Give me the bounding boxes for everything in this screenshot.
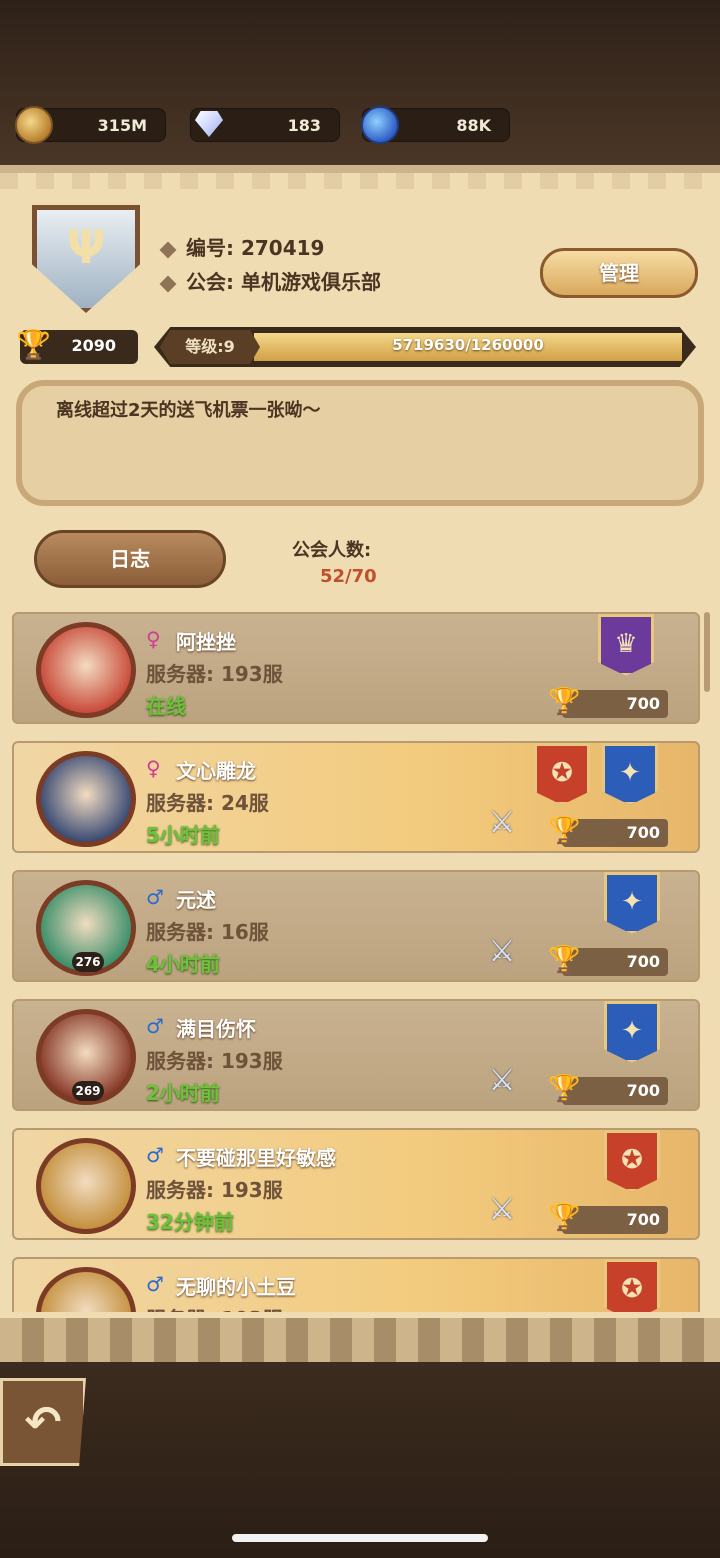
male-icon: ♂ xyxy=(146,1272,164,1296)
guild-name: 公会: 单机游戏俱乐部 xyxy=(186,270,381,294)
back-button[interactable]: ↶ xyxy=(0,1378,86,1466)
member-server: 服务器: 16服 xyxy=(146,920,269,944)
member-trophy-bar: 🏆 700 xyxy=(548,817,668,847)
diamond-currency[interactable]: 183 xyxy=(190,108,340,142)
female-icon: ♀ xyxy=(146,756,161,780)
purple-banner-icon: ♛ xyxy=(598,614,654,676)
member-card[interactable]: 269 ♂ 满目伤怀服务器: 193服 2小时前 ✦ ⚔ 🏆 700 xyxy=(12,999,700,1111)
member-name: 满目伤怀 xyxy=(176,1017,256,1041)
crossed-swords-icon[interactable]: ⚔ xyxy=(482,1061,522,1101)
member-name: 不要碰那里好敏感 xyxy=(176,1146,336,1170)
diamond-value: 183 xyxy=(287,116,321,135)
gold-currency[interactable]: 315M xyxy=(15,106,166,144)
blue-banner-icon: ✦ xyxy=(604,1001,660,1063)
member-trophies: 700 xyxy=(626,694,660,713)
member-level-badge: 269 xyxy=(72,1081,104,1101)
member-count-label: 公会人数: xyxy=(292,540,372,561)
member-trophy-bar: 🏆 700 xyxy=(548,1204,668,1234)
member-trophy-bar: 🏆 700 xyxy=(548,946,668,976)
guild-trophies: 2090 xyxy=(71,336,116,355)
member-card[interactable]: 276 ♂ 元述服务器: 16服 4小时前 ✦ ⚔ 🏆 700 xyxy=(12,870,700,982)
gold-value: 315M xyxy=(97,116,147,135)
female-icon: ♀ xyxy=(146,627,161,651)
member-avatar[interactable] xyxy=(36,622,136,718)
member-name: 无聊的小土豆 xyxy=(176,1275,296,1299)
guild-id: 编号: 270419 xyxy=(186,236,325,260)
member-name: 文心雕龙 xyxy=(176,759,256,783)
gold-coin-icon xyxy=(15,106,53,144)
member-card[interactable]: ♀ 文心雕龙服务器: 24服 5小时前 ✪ ✦ ⚔ 🏆 700 xyxy=(12,741,700,853)
crossed-swords-icon[interactable]: ⚔ xyxy=(482,803,522,843)
trophy-icon: 🏆 xyxy=(548,816,581,846)
member-trophy-bar: 🏆 700 xyxy=(548,1075,668,1105)
member-count: 52/70 xyxy=(320,566,377,587)
member-server: 服务器: 193服 xyxy=(146,662,283,686)
member-server: 服务器: 24服 xyxy=(146,791,269,815)
member-card[interactable]: ♀ 阿挫挫服务器: 193服 在线 ♛ 🏆 700 xyxy=(12,612,700,724)
guild-level: 等级:9 xyxy=(160,330,260,364)
home-indicator xyxy=(232,1534,488,1542)
crystal-value: 88K xyxy=(456,116,491,135)
trophy-icon: 🏆 xyxy=(548,687,581,717)
blue-banner-icon: ✦ xyxy=(602,743,658,805)
trident-icon: Ψ xyxy=(66,220,106,274)
blue-crystal-icon xyxy=(361,106,399,144)
red-banner-icon: ✪ xyxy=(604,1130,660,1192)
member-server: 服务器: 193服 xyxy=(146,1303,283,1312)
trophy-icon: 🏆 xyxy=(548,1203,581,1233)
member-server: 服务器: 193服 xyxy=(146,1049,283,1073)
member-status: 在线 xyxy=(146,694,186,718)
member-avatar[interactable] xyxy=(36,751,136,847)
member-status: 5小时前 xyxy=(146,823,220,847)
member-status: 4小时前 xyxy=(146,952,220,976)
diamond-icon xyxy=(189,106,227,144)
red-banner-icon: ✪ xyxy=(534,743,590,805)
guild-name-row: 公会: 单机游戏俱乐部 xyxy=(159,266,381,295)
trophy-icon: 🏆 xyxy=(548,1074,581,1104)
member-name: 阿挫挫 xyxy=(176,630,236,654)
crystal-currency[interactable]: 88K xyxy=(361,106,510,144)
crossed-swords-icon[interactable]: ⚔ xyxy=(482,932,522,972)
back-arrow-icon: ↶ xyxy=(24,1397,62,1448)
member-server: 服务器: 193服 xyxy=(146,1178,283,1202)
member-trophies: 700 xyxy=(626,952,660,971)
guild-notice-text: 离线超过2天的送飞机票一张呦～ xyxy=(56,400,321,421)
member-card[interactable]: ♂ 无聊的小土豆服务器: 193服 ✪ xyxy=(12,1257,700,1312)
member-status: 2小时前 xyxy=(146,1081,220,1105)
member-trophy-bar: 🏆 700 xyxy=(548,688,668,718)
member-card[interactable]: ♂ 不要碰那里好敏感服务器: 193服 32分钟前 ✪ ⚔ 🏆 700 xyxy=(12,1128,700,1240)
guild-exp-text: 5719630/1260000 xyxy=(392,336,544,354)
member-level-badge: 276 xyxy=(72,952,104,972)
male-icon: ♂ xyxy=(146,1143,164,1167)
member-list[interactable]: ♀ 阿挫挫 服务器: 193服 在线 ♛ 🏆 700 ♀ 文心雕龙 服务器: 24服 5小时前 ✪ ✦ ⚔… xyxy=(12,612,702,1312)
male-icon: ♂ xyxy=(146,1014,164,1038)
bottom-bar xyxy=(0,1362,720,1558)
blue-banner-icon: ✦ xyxy=(604,872,660,934)
trophy-icon: 🏆 xyxy=(16,328,51,361)
trophy-icon: 🏆 xyxy=(548,945,581,975)
red-banner-icon: ✪ xyxy=(604,1259,660,1312)
manage-button[interactable]: 管理 xyxy=(540,248,698,298)
guild-id-row: 编号: 270419 xyxy=(159,232,325,261)
crossed-swords-icon[interactable]: ⚔ xyxy=(482,1190,522,1230)
member-trophies: 700 xyxy=(626,823,660,842)
guild-trophy-box: 🏆 2090 xyxy=(16,330,138,364)
member-list-scrollbar[interactable] xyxy=(704,612,710,692)
diamond-bullet-icon xyxy=(159,241,177,258)
member-avatar[interactable] xyxy=(36,1267,136,1312)
top-resource-bar: 315M 183 88K xyxy=(0,0,720,165)
member-trophies: 700 xyxy=(626,1210,660,1229)
member-trophies: 700 xyxy=(626,1081,660,1100)
panel-bottom-edge xyxy=(0,1318,720,1362)
member-status: 32分钟前 xyxy=(146,1210,234,1234)
member-avatar[interactable] xyxy=(36,1138,136,1234)
log-button[interactable]: 日志 xyxy=(34,530,226,588)
diamond-bullet-icon xyxy=(159,275,177,292)
member-name: 元述 xyxy=(176,888,216,912)
male-icon: ♂ xyxy=(146,885,164,909)
